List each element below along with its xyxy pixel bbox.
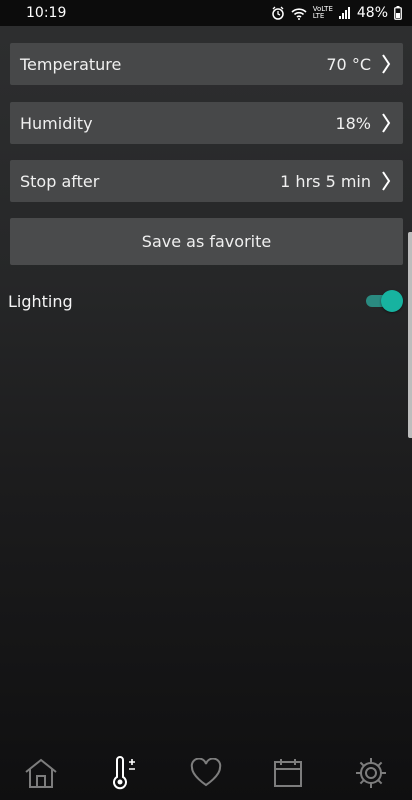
alarm-icon — [271, 6, 285, 20]
save-as-favorite-button[interactable]: Save as favorite — [10, 218, 403, 265]
toggle-thumb — [381, 290, 403, 312]
temperature-label: Temperature — [20, 54, 122, 74]
heart-icon — [189, 757, 223, 792]
humidity-row[interactable]: Humidity 18% — [10, 102, 403, 144]
nav-schedule[interactable] — [258, 752, 318, 798]
volte-icon: VoLTE LTE — [312, 5, 333, 20]
chevron-right-icon — [379, 170, 393, 192]
nav-settings[interactable] — [341, 752, 401, 798]
nav-climate[interactable] — [94, 752, 154, 798]
temperature-value: 70 °C — [326, 54, 371, 74]
nav-home[interactable] — [11, 752, 71, 798]
stop-after-value: 1 hrs 5 min — [280, 171, 371, 191]
edge-panel-handle[interactable] — [408, 232, 412, 438]
status-time: 10:19 — [26, 5, 67, 21]
bottom-navigation — [0, 750, 412, 800]
temperature-row[interactable]: Temperature 70 °C — [10, 43, 403, 85]
home-icon — [23, 757, 59, 793]
lighting-row: Lighting — [0, 284, 412, 318]
status-icons: VoLTE LTE 48% — [271, 5, 402, 21]
humidity-value: 18% — [335, 113, 371, 133]
signal-icon — [338, 7, 351, 19]
lighting-toggle[interactable] — [364, 289, 403, 313]
nav-favorites[interactable] — [176, 752, 236, 798]
status-bar: 10:19 VoLTE LTE 48% — [0, 0, 412, 26]
battery-percent: 48% — [356, 5, 388, 21]
stop-after-row[interactable]: Stop after 1 hrs 5 min — [10, 160, 403, 202]
gear-icon — [354, 756, 388, 794]
wifi-icon — [291, 7, 307, 20]
chevron-right-icon — [379, 112, 393, 134]
chevron-right-icon — [379, 53, 393, 75]
lighting-label: Lighting — [8, 291, 73, 311]
battery-icon — [394, 6, 402, 20]
stop-after-label: Stop after — [20, 171, 100, 191]
calendar-icon — [272, 757, 304, 793]
humidity-label: Humidity — [20, 113, 93, 133]
thermometer-icon — [109, 756, 139, 794]
